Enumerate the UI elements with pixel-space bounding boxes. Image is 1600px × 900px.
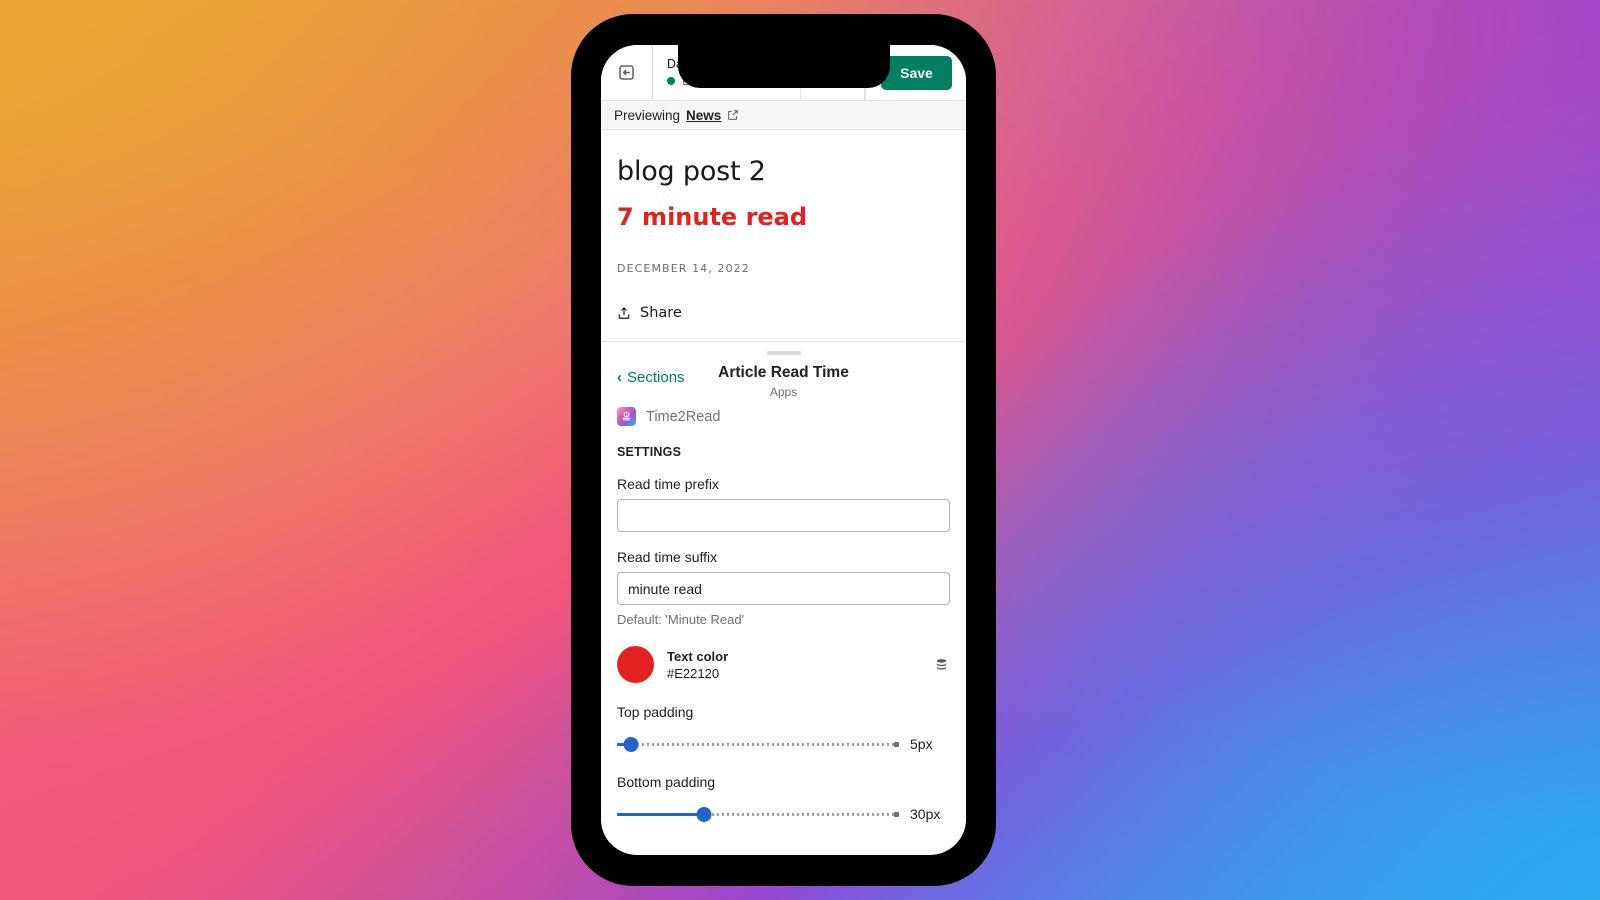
text-color-swatch[interactable] xyxy=(617,646,654,683)
field-help-suffix: Default: 'Minute Read' xyxy=(617,612,745,627)
slider-track xyxy=(617,742,899,746)
text-color-hex: #E22120 xyxy=(667,665,720,681)
read-time-prefix-input[interactable] xyxy=(617,499,950,532)
slider-bottom-padding: Bottom padding 30px xyxy=(617,773,950,823)
phone-notch xyxy=(677,45,890,88)
text-color-label: Text color xyxy=(667,648,729,664)
save-button[interactable]: Save xyxy=(881,55,952,90)
top-padding-slider[interactable] xyxy=(617,736,899,752)
previewing-label: Previewing xyxy=(614,107,681,123)
slider-row-bottom-padding: 30px xyxy=(617,805,950,823)
database-icon[interactable] xyxy=(933,656,950,673)
settings-heading: SETTINGS xyxy=(617,445,682,459)
sheet-header: ‹ Sections Article Read Time Apps xyxy=(617,361,950,401)
app-name: Time2Read xyxy=(646,408,721,425)
sheet-drag-handle[interactable] xyxy=(766,351,801,355)
read-time-suffix-input[interactable] xyxy=(617,572,950,605)
slider-row-top-padding: 5px xyxy=(617,735,950,753)
previewing-page-link[interactable]: News xyxy=(686,108,721,123)
phone-mockup-frame: Dawn Dawn Save Previewing News xyxy=(571,14,996,886)
slider-track-end-marker xyxy=(894,741,899,747)
article-read-time: 7 minute read xyxy=(617,203,808,231)
slider-fill xyxy=(617,812,705,816)
slider-top-padding: Top padding 5px xyxy=(617,703,950,753)
field-label-prefix: Read time prefix xyxy=(617,476,719,492)
slider-thumb[interactable] xyxy=(623,736,639,752)
sheet-subtitle: Apps xyxy=(769,385,798,399)
article-title: blog post 2 xyxy=(617,156,766,187)
slider-label-top-padding: Top padding xyxy=(617,704,694,720)
slider-track-end-marker xyxy=(894,811,899,817)
field-label-suffix: Read time suffix xyxy=(617,549,718,565)
previewing-bar: Previewing News xyxy=(601,101,966,130)
field-read-time-prefix: Read time prefix xyxy=(617,475,950,532)
external-link-icon[interactable] xyxy=(727,109,739,121)
share-icon xyxy=(617,306,631,320)
top-padding-value: 5px xyxy=(910,736,933,752)
article-preview: blog post 2 7 minute read DECEMBER 14, 2… xyxy=(601,130,966,341)
article-date: DECEMBER 14, 2022 xyxy=(617,262,750,275)
exit-icon xyxy=(617,63,636,82)
exit-editor-button[interactable] xyxy=(601,45,653,100)
gradient-background: Dawn Dawn Save Previewing News xyxy=(0,0,1600,900)
phone-screen: Dawn Dawn Save Previewing News xyxy=(601,45,966,855)
chevron-left-icon: ‹ xyxy=(617,369,622,386)
settings-sheet: ‹ Sections Article Read Time Apps Time2R… xyxy=(601,341,966,843)
bottom-padding-slider[interactable] xyxy=(617,806,899,822)
app-row-time2read[interactable]: Time2Read xyxy=(617,407,950,426)
text-color-meta: Text color #E22120 xyxy=(667,648,933,682)
time2read-app-icon xyxy=(617,407,636,426)
slider-thumb[interactable] xyxy=(696,806,712,822)
back-link-label: Sections xyxy=(627,369,685,386)
field-read-time-suffix: Read time suffix Default: 'Minute Read' xyxy=(617,548,950,628)
share-label: Share xyxy=(640,305,682,321)
text-color-row: Text color #E22120 xyxy=(617,646,950,683)
live-status-dot xyxy=(667,76,675,85)
back-to-sections-link[interactable]: ‹ Sections xyxy=(617,361,685,386)
share-button[interactable]: Share xyxy=(617,305,950,321)
bottom-padding-value: 30px xyxy=(910,806,941,822)
slider-label-bottom-padding: Bottom padding xyxy=(617,774,716,790)
